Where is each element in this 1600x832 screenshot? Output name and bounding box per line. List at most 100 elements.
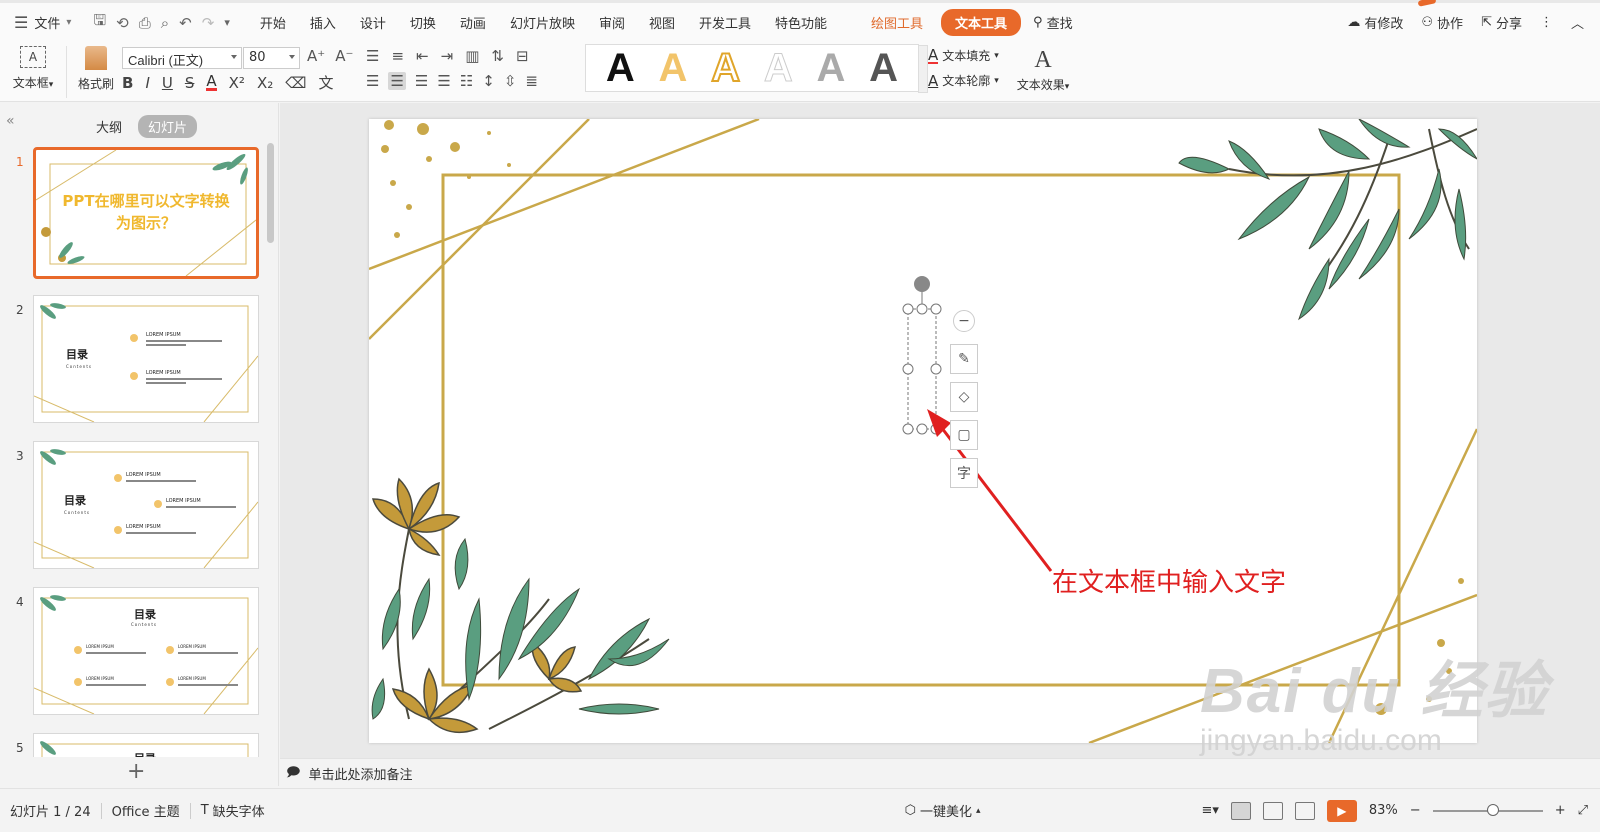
tab-animation[interactable]: 动画 [448, 9, 498, 36]
normal-view-button[interactable] [1230, 801, 1251, 820]
align-center-icon[interactable]: ☰ [388, 72, 406, 90]
tab-transition[interactable]: 切换 [398, 9, 448, 36]
zoom-slider[interactable] [1432, 803, 1543, 816]
increase-font-icon[interactable]: A⁺ [307, 47, 325, 65]
undo-icon[interactable]: ↶ [179, 14, 192, 32]
more-icon[interactable]: ⋮ [1540, 15, 1553, 30]
outline-icon[interactable]: ▢ [950, 420, 978, 450]
panel-scrollbar[interactable] [267, 143, 274, 243]
print-icon[interactable]: ⎙ [139, 14, 151, 32]
tab-draw-tools[interactable]: 绘图工具 [859, 9, 935, 36]
file-menu[interactable]: ☰ 文件 ▾ [0, 3, 85, 42]
text-style-black[interactable]: A [606, 46, 635, 90]
columns-icon[interactable]: ▥ [465, 47, 479, 65]
tab-review[interactable]: 审阅 [587, 9, 637, 36]
slide-thumbnail-2[interactable]: 目录 Contents LOREM IPSUM LOREM IPSUM [33, 295, 259, 423]
align-right-icon[interactable]: ☰ [415, 72, 428, 90]
collab-button[interactable]: ⚇ 协作 [1421, 13, 1463, 32]
missing-font-button[interactable]: T 缺失字体 [191, 801, 275, 820]
tab-text-tools[interactable]: 文本工具 [941, 9, 1022, 36]
text-style-dark-gray[interactable]: A [869, 46, 898, 90]
justify-icon[interactable]: ☰ [437, 72, 450, 90]
tab-features[interactable]: 特色功能 [763, 9, 839, 36]
brush-icon[interactable]: ✎ [950, 344, 978, 374]
collapse-ribbon-icon[interactable]: ︿ [1571, 13, 1584, 32]
align-text-icon[interactable]: ⊟ [516, 47, 529, 65]
paragraph-spacing-icon[interactable]: ⇳ [504, 72, 517, 90]
superscript-button[interactable]: X² [229, 74, 245, 92]
increase-indent-icon[interactable]: ⇥ [441, 47, 454, 65]
text-style-gold-gradient[interactable]: A [659, 46, 688, 90]
zoom-in-icon[interactable]: + [1555, 803, 1566, 818]
font-family-select[interactable]: Calibri (正文) [122, 47, 242, 69]
search-button[interactable]: ⚲ 查找 [1033, 13, 1073, 32]
share-button[interactable]: ⇱ 分享 [1481, 13, 1522, 32]
add-slide-icon[interactable]: + [127, 759, 145, 784]
theme-name[interactable]: Office 主题 [102, 801, 190, 820]
text-style-white-outline[interactable]: A [763, 46, 793, 91]
decrease-indent-icon[interactable]: ⇤ [416, 47, 429, 65]
play-button[interactable]: ▶ [1326, 799, 1357, 822]
collapse-panel-icon[interactable]: « [6, 113, 15, 129]
rotate-handle[interactable] [914, 276, 930, 292]
text-effect-button[interactable]: A 文本效果▾ [1012, 46, 1074, 93]
line-spacing-icon[interactable]: ↕ [482, 72, 495, 90]
reading-view-button[interactable] [1294, 801, 1315, 820]
italic-button[interactable]: I [145, 74, 149, 92]
textbox-button[interactable]: A 文本框▾ [8, 46, 58, 91]
zoom-level[interactable]: 83% [1369, 803, 1398, 818]
slide-number: 3 [16, 449, 24, 463]
distribute-icon[interactable]: ☷ [460, 72, 473, 90]
text-direction-icon[interactable]: ⇅ [491, 47, 504, 65]
underline-button[interactable]: U [162, 74, 173, 92]
tab-view[interactable]: 视图 [637, 9, 687, 36]
print-preview-icon[interactable]: ⌕ [161, 14, 169, 32]
text-style-gold-outline[interactable]: A [710, 45, 741, 91]
redo-icon[interactable]: ↷ [202, 14, 215, 32]
history-icon[interactable]: ⟲ [116, 14, 129, 32]
slide-4-item: LOREM IPSUM [178, 644, 206, 649]
modified-button[interactable]: ☁ 有修改 [1347, 13, 1403, 32]
notes-bar[interactable]: 🗩 单击此处添加备注 [280, 758, 1600, 788]
tab-insert[interactable]: 插入 [298, 9, 348, 36]
text-style-gray[interactable]: A [817, 46, 846, 90]
tab-design[interactable]: 设计 [348, 9, 398, 36]
font-size-select[interactable]: 80 [243, 47, 300, 69]
slide-thumbnail-3[interactable]: 目录 Contents LOREM IPSUM LOREM IPSUM LORE… [33, 441, 259, 569]
zoom-out-icon[interactable]: − [1410, 803, 1421, 818]
text-fill-button[interactable]: A 文本填充 ▾ [928, 47, 999, 64]
tab-developer[interactable]: 开发工具 [687, 9, 763, 36]
numbered-list-icon[interactable]: ≡ [391, 47, 404, 65]
slide-thumbnail-4[interactable]: 目录 Contents LOREM IPSUM LOREM IPSUM LORE… [33, 587, 259, 715]
slide-thumbnail-5[interactable]: 目录 [33, 733, 259, 757]
eraser-icon[interactable]: ⌫ [285, 74, 306, 92]
zoom-slider-knob[interactable] [1486, 803, 1499, 816]
decrease-font-icon[interactable]: A⁻ [335, 47, 353, 65]
text-tool-button[interactable]: 字 [950, 458, 978, 488]
notes-toggle-icon[interactable]: ≡▾ [1201, 803, 1218, 818]
strikethrough-button[interactable]: S [185, 74, 195, 92]
selected-textbox[interactable] [902, 276, 942, 435]
format-painter-button[interactable]: 格式刷 [74, 46, 118, 92]
tab-home[interactable]: 开始 [248, 9, 298, 36]
phonetic-icon[interactable]: 文 [318, 72, 333, 93]
spacing-more-icon[interactable]: ≣ [525, 72, 538, 90]
align-left-icon[interactable]: ☰ [366, 72, 379, 90]
tab-slideshow[interactable]: 幻灯片放映 [498, 9, 587, 36]
collapse-icon[interactable]: − [953, 310, 975, 332]
gallery-scrollbar[interactable] [918, 45, 928, 93]
tab-slides[interactable]: 幻灯片 [138, 115, 198, 138]
slide-thumbnail-1[interactable]: PPT在哪里可以文字转换为图示？ [33, 147, 259, 279]
font-color-button[interactable]: A [206, 74, 217, 91]
sorter-view-button[interactable] [1262, 801, 1283, 820]
fill-icon[interactable]: ◇ [950, 382, 978, 412]
fit-window-icon[interactable]: ⤢ [1578, 803, 1588, 818]
bold-button[interactable]: B [122, 74, 133, 92]
bullet-list-icon[interactable]: ☰ [366, 47, 379, 65]
save-icon[interactable]: 🖫 [93, 10, 106, 35]
customize-icon[interactable]: ▾ [224, 16, 230, 29]
tab-outline[interactable]: 大纲 [86, 115, 132, 138]
text-outline-button[interactable]: A 文本轮廓 ▾ [928, 72, 999, 89]
beautify-button[interactable]: ⬡ 一键美化 ▴ [895, 801, 991, 820]
subscript-button[interactable]: X₂ [257, 74, 273, 92]
